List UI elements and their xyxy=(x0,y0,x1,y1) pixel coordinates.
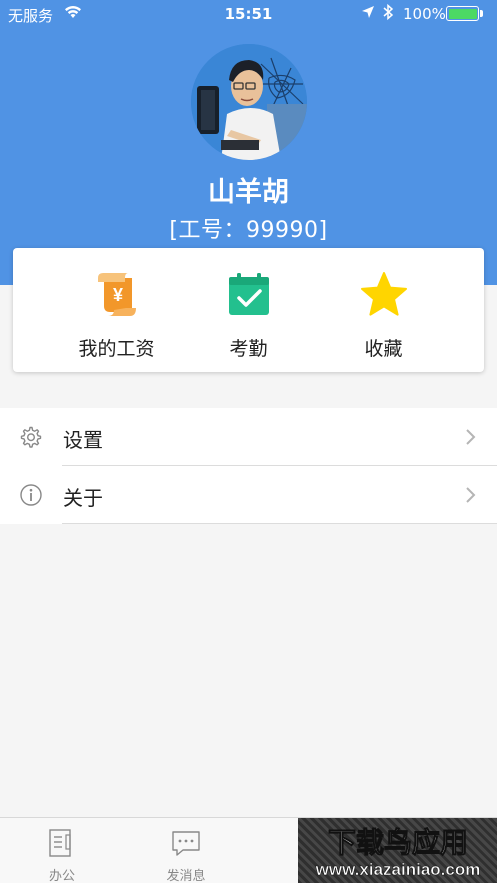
gear-icon xyxy=(19,425,43,449)
watermark-overlay: 下载鸟应用 www.xiazainiao.com xyxy=(298,818,497,883)
menu-item-about[interactable]: 关于 xyxy=(0,466,497,524)
attendance-label: 考勤 xyxy=(229,338,268,360)
star-icon xyxy=(359,270,409,320)
watermark-text: 下载鸟应用 xyxy=(328,826,468,859)
quick-actions-card: ¥ 我的工资 考勤 收藏 xyxy=(13,248,484,372)
favorites-label: 收藏 xyxy=(364,338,403,360)
watermark-url: www.xiazainiao.com xyxy=(315,860,481,879)
tab-send-message[interactable]: 发消息 xyxy=(124,818,248,883)
office-icon xyxy=(46,827,78,859)
salary-scroll-icon: ¥ xyxy=(92,270,142,320)
tab-send-message-label: 发消息 xyxy=(166,869,206,883)
chevron-right-icon xyxy=(465,428,477,446)
user-name: 山羊胡 xyxy=(208,177,289,208)
favorites-action[interactable]: 收藏 xyxy=(305,248,462,372)
message-icon xyxy=(170,827,202,859)
settings-menu: 设置 关于 xyxy=(0,408,497,524)
employee-id: [工号：99990] xyxy=(169,218,328,243)
chevron-right-icon xyxy=(465,486,477,504)
tab-office[interactable]: 办公 xyxy=(0,818,124,883)
bluetooth-icon xyxy=(382,3,394,25)
menu-item-settings[interactable]: 设置 xyxy=(0,408,497,466)
info-icon xyxy=(19,483,43,507)
location-arrow-icon xyxy=(361,5,375,23)
about-label: 关于 xyxy=(63,486,103,510)
calendar-check-icon xyxy=(224,270,274,320)
menu-divider xyxy=(62,523,497,524)
battery-icon xyxy=(446,6,479,21)
status-bar: 无服务 15:51 100% xyxy=(0,0,497,28)
avatar[interactable] xyxy=(191,44,307,160)
battery-cap xyxy=(480,10,483,17)
settings-label: 设置 xyxy=(63,428,103,452)
tab-office-label: 办公 xyxy=(48,869,75,883)
attendance-action[interactable]: 考勤 xyxy=(170,248,327,372)
battery-percent: 100% xyxy=(403,5,446,23)
svg-text:¥: ¥ xyxy=(112,285,122,305)
